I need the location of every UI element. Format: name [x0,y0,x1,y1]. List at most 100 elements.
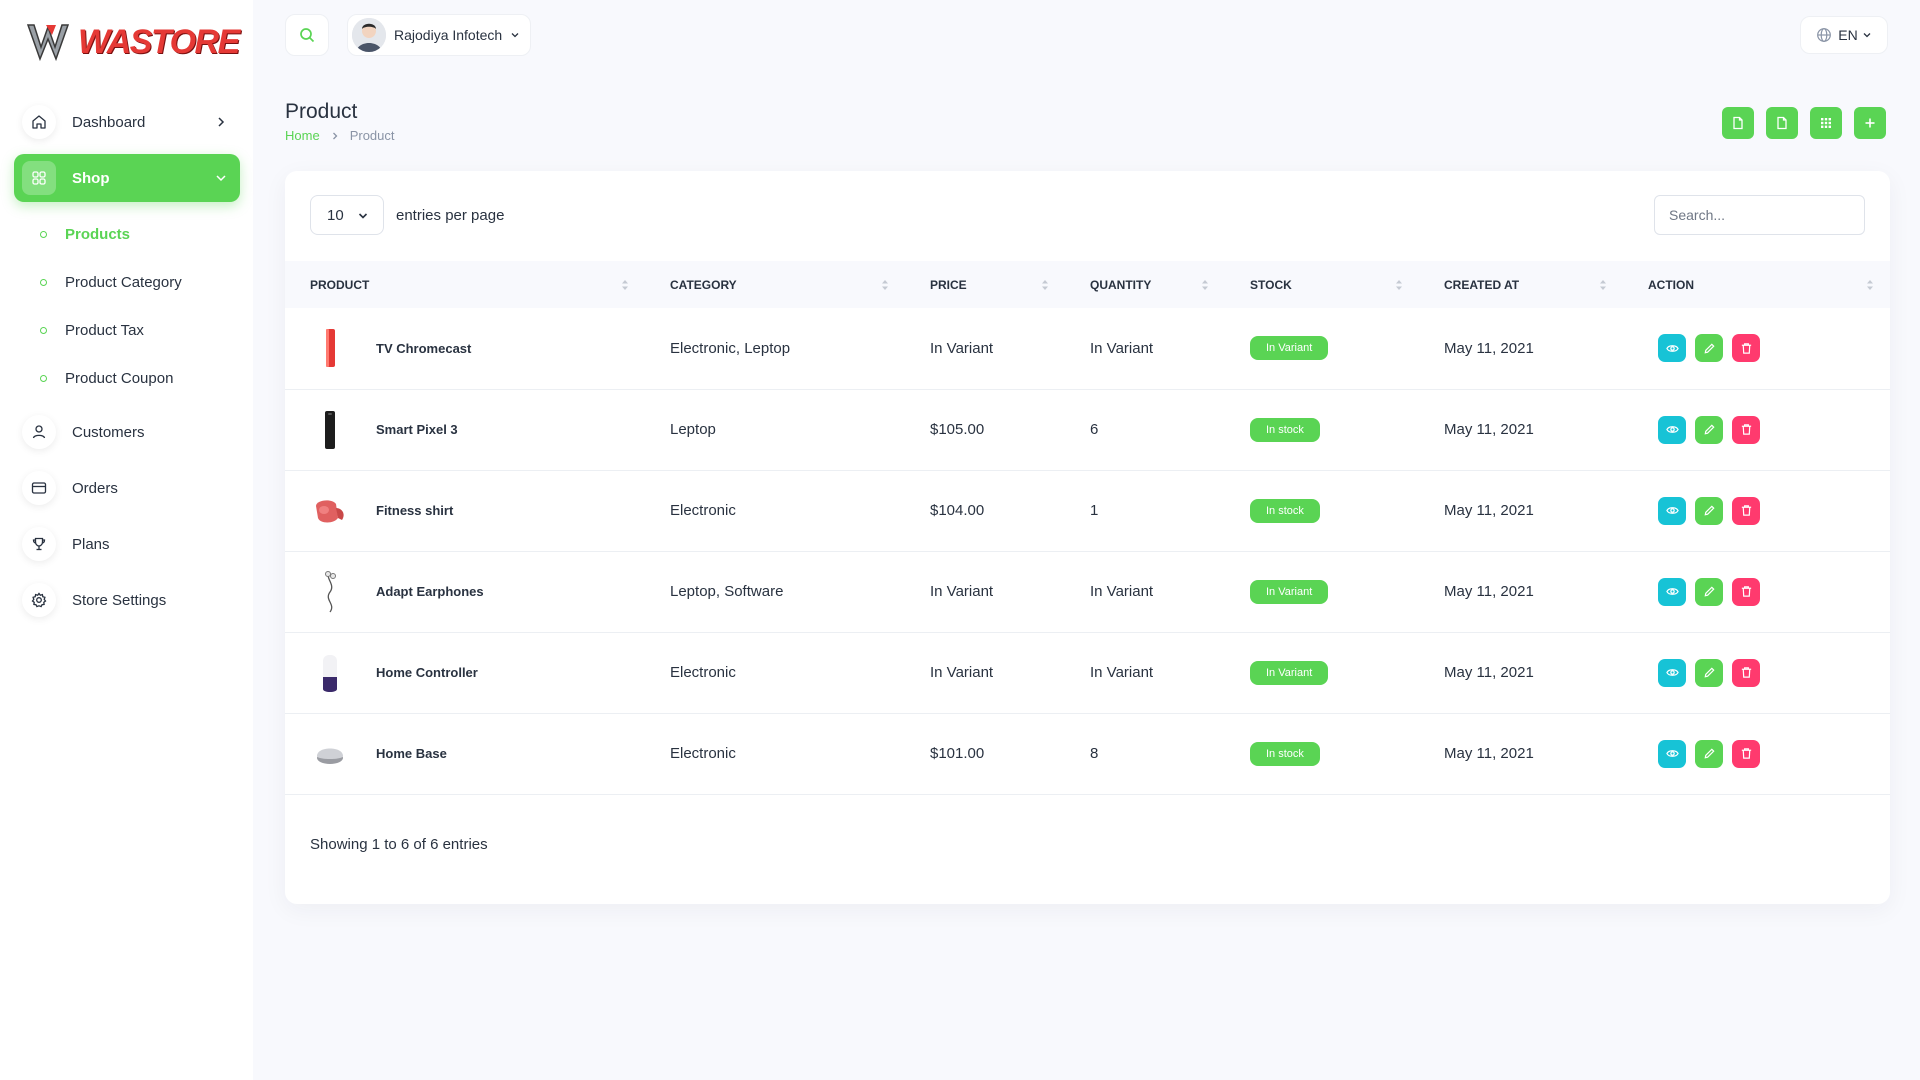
view-button[interactable] [1658,334,1686,363]
product-created-at: May 11, 2021 [1444,664,1534,681]
bullet-icon [40,230,47,238]
language-selector[interactable]: EN [1800,16,1888,54]
product-quantity: In Variant [1090,339,1154,357]
column-header-action[interactable]: ACTION [1623,261,1890,308]
add-product-button[interactable] [1854,107,1886,139]
edit-button[interactable] [1695,739,1723,768]
product-category: Electronic, Leptop [670,339,791,357]
submenu-item-product-tax[interactable]: Product Tax [14,306,240,354]
product-price: $105.00 [930,421,985,438]
product-price: In Variant [930,664,994,681]
product-name[interactable]: Home Base [376,746,447,761]
edit-button[interactable] [1695,577,1723,606]
stock-badge: In Variant [1250,579,1329,604]
view-button[interactable] [1658,415,1686,444]
delete-button[interactable] [1732,658,1760,687]
view-button[interactable] [1658,496,1686,525]
eye-icon [1665,588,1679,595]
product-name[interactable]: Smart Pixel 3 [376,422,458,437]
sort-icon [1600,279,1606,290]
delete-button[interactable] [1732,739,1760,768]
product-quantity: In Variant [1090,583,1154,600]
user-menu[interactable]: Rajodiya Infotech [347,14,532,56]
product-created-at: May 11, 2021 [1444,421,1534,438]
eye-icon [1665,344,1679,352]
product-thumbnail [310,568,350,616]
sidebar-item-shop[interactable]: Shop [14,154,240,202]
submenu-item-label: Product Coupon [65,369,174,387]
submenu-item-product-category[interactable]: Product Category [14,258,240,306]
product-created-at: May 11, 2021 [1444,502,1534,519]
edit-button[interactable] [1695,658,1723,687]
column-header-category[interactable]: CATEGORY [645,261,905,308]
sidebar-item-orders[interactable]: Orders [14,464,240,512]
header-search-button[interactable] [285,14,329,56]
sidebar-item-label: Customers [72,423,145,441]
sidebar-item-plans[interactable]: Plans [14,520,240,568]
breadcrumb-home-link[interactable]: Home [285,128,320,143]
per-page-value: 10 [327,206,344,224]
sort-icon [1042,279,1048,290]
product-created-at: May 11, 2021 [1444,745,1534,762]
sidebar: WASTORE Dashboard Shop Products Product [0,0,253,1080]
submenu-item-products[interactable]: Products [14,210,240,258]
delete-button[interactable] [1732,496,1760,525]
language-label: EN [1838,27,1858,43]
submenu-item-product-coupon[interactable]: Product Coupon [14,354,240,402]
view-button[interactable] [1658,739,1686,768]
product-price: $101.00 [930,745,985,762]
table-search-input[interactable] [1654,195,1865,235]
product-quantity: 8 [1090,745,1099,762]
sidebar-item-store-settings[interactable]: Store Settings [14,576,240,624]
table-header-row: PRODUCT CATEGORY PRICE QUANTITY STOCK CR… [285,261,1890,308]
delete-button[interactable] [1732,415,1760,444]
product-quantity: In Variant [1090,664,1154,681]
sidebar-item-customers[interactable]: Customers [14,408,240,456]
globe-icon [1817,28,1832,42]
product-category: Electronic [670,664,736,681]
edit-button[interactable] [1695,415,1723,444]
pencil-icon [1704,667,1715,678]
column-header-price[interactable]: PRICE [905,261,1065,308]
grid-view-button[interactable] [1810,107,1842,139]
brand-logo[interactable]: WASTORE [26,18,240,66]
chevron-down-icon [358,213,368,219]
column-header-quantity[interactable]: QUANTITY [1065,261,1225,308]
product-table: PRODUCT CATEGORY PRICE QUANTITY STOCK CR… [285,261,1890,795]
trash-icon [1741,667,1751,678]
delete-button[interactable] [1732,334,1760,363]
sidebar-nav: Dashboard Shop Products Product Category… [14,98,240,632]
bullet-icon [40,278,47,286]
sidebar-item-dashboard[interactable]: Dashboard [14,98,240,146]
column-header-product[interactable]: PRODUCT [285,261,645,308]
eye-icon [1665,750,1679,757]
stock-badge: In stock [1250,741,1320,766]
pencil-icon [1704,505,1715,516]
edit-button[interactable] [1695,334,1723,363]
product-price: In Variant [930,339,994,357]
grid-icon [22,161,56,195]
file-icon [1733,116,1743,130]
edit-button[interactable] [1695,496,1723,525]
page-title: Product [285,100,358,123]
export-button[interactable] [1722,107,1754,139]
column-header-created-at[interactable]: CREATED AT [1419,261,1623,308]
view-button[interactable] [1658,577,1686,606]
view-button[interactable] [1658,658,1686,687]
table-row: Adapt Earphones Leptop, Software In Vari… [285,551,1890,632]
table-row: Fitness shirt Electronic $104.00 1 In st… [285,470,1890,551]
product-name[interactable]: Home Controller [376,665,478,680]
per-page-select[interactable]: 10 [310,195,384,235]
import-button[interactable] [1766,107,1798,139]
product-name[interactable]: Adapt Earphones [376,584,484,599]
product-name[interactable]: TV Chromecast [376,341,471,356]
column-header-stock[interactable]: STOCK [1225,261,1419,308]
delete-button[interactable] [1732,577,1760,606]
avatar [352,18,386,52]
bullet-icon [40,326,47,334]
product-name[interactable]: Fitness shirt [376,503,453,518]
sort-icon [622,279,628,290]
credit-card-icon [22,471,56,505]
pagination-info: Showing 1 to 6 of 6 entries [310,836,488,853]
product-category: Electronic [670,745,736,762]
